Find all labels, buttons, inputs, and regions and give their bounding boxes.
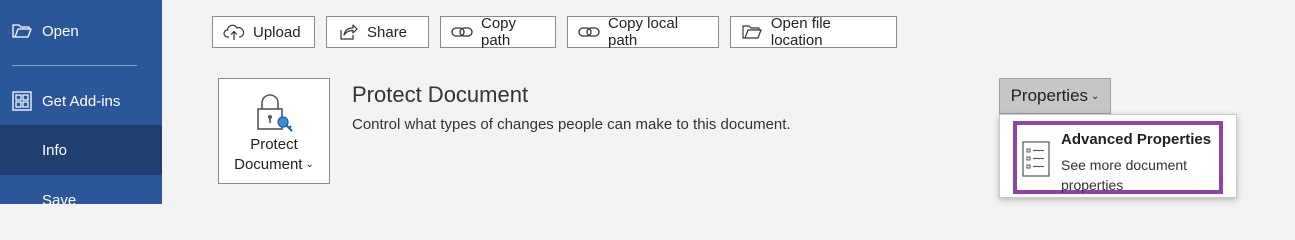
backstage-sidebar: Open Get Add-ins Info Save [0,0,162,209]
sidebar-item-label: Get Add-ins [42,92,121,110]
upload-label: Upload [253,23,301,41]
section-title: Protect Document [352,82,529,107]
share-button[interactable]: Share [326,16,429,48]
sidebar-item-open[interactable]: Open [0,6,162,56]
section-description: Control what types of changes people can… [352,116,791,133]
upload-button[interactable]: Upload [212,16,315,48]
sidebar-item-get-add-ins[interactable]: Get Add-ins [0,76,162,126]
menu-item-description: See more document properties [1061,157,1188,193]
document-list-icon [1022,141,1050,177]
lock-key-icon [257,94,293,132]
copy-local-path-label: Copy local path [608,15,679,49]
add-ins-icon [12,91,32,111]
chevron-down-icon: ⌄ [1091,90,1100,102]
properties-label: Properties [1010,86,1089,105]
share-icon [337,22,359,42]
protect-document-label: Protect Document ⌄ [234,136,314,173]
sidebar-item-label: Open [42,22,79,40]
properties-menu: Advanced Properties See more document pr… [999,114,1237,198]
sidebar-item-save[interactable]: Save [0,175,162,225]
link-icon [578,22,600,42]
protect-document-button[interactable]: Protect Document ⌄ [218,78,330,184]
open-file-location-label: Open file location [770,15,831,49]
share-label: Share [367,23,408,41]
sidebar-item-label: Info [42,141,68,159]
folder-open-icon [12,21,32,41]
copy-local-path-button[interactable]: Copy local path [567,15,719,49]
sidebar-item-info[interactable]: Info [0,125,162,175]
chevron-down-icon: ⌄ [305,159,314,170]
folder-open-icon [741,22,763,42]
advanced-properties-menu-item[interactable]: Advanced Properties See more document pr… [1013,121,1223,194]
link-icon [451,22,473,42]
menu-item-title: Advanced Properties [1061,131,1212,148]
copy-path-button[interactable]: Copy path [440,15,556,49]
sidebar-item-label: Save [42,191,77,209]
sidebar-divider [12,65,137,66]
properties-dropdown-button[interactable]: Properties ⌄ [999,78,1111,114]
cloud-upload-icon [223,22,245,42]
copy-path-label: Copy path [481,15,517,49]
open-file-location-button[interactable]: Open file location [730,15,897,49]
